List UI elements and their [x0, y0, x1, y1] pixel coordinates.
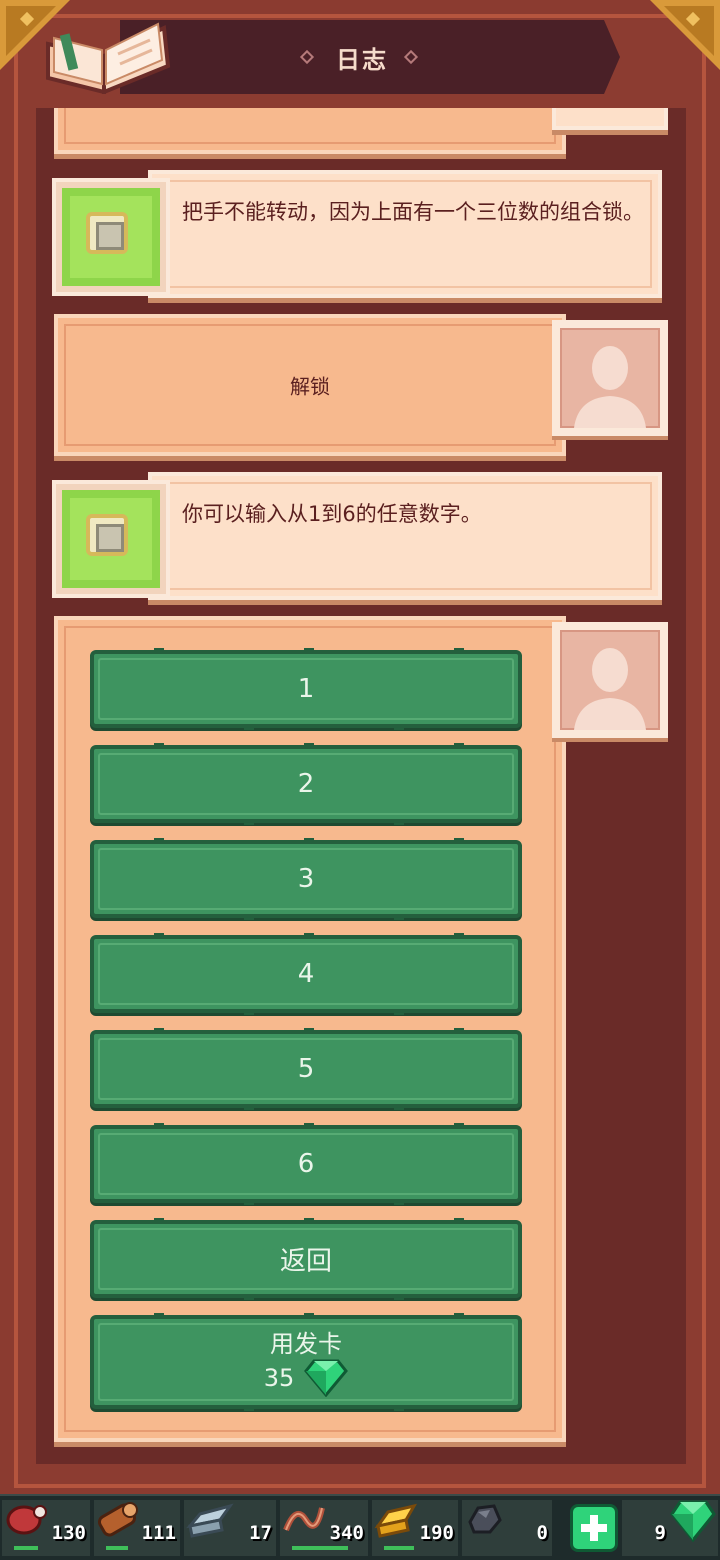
meat-icon [6, 1505, 47, 1535]
coal-icon [468, 1504, 502, 1534]
resource-wood-value: 111 [141, 1522, 176, 1544]
journal-log-scroll[interactable]: 把手不能转动，因为上面有一个三位数的组合锁。 解锁 你可以输入从1到6的任意数字… [36, 108, 686, 1464]
use-hairpin-button[interactable]: 用发卡 35 [90, 1313, 522, 1411]
lock-tile-icon [86, 212, 128, 254]
log-message-2-text: 你可以输入从1到6的任意数字。 [182, 502, 482, 526]
add-gems-button[interactable] [570, 1504, 618, 1552]
journal-book-icon [46, 22, 171, 94]
log-message-2 [148, 472, 662, 600]
option-button-3-label: 3 [297, 864, 315, 894]
title-bar: 日志 [120, 20, 620, 94]
resource-gold-value: 190 [419, 1522, 454, 1544]
resource-coal-value: 0 [536, 1522, 548, 1544]
player-portrait [552, 320, 668, 436]
resource-gold[interactable]: 190 [372, 1500, 458, 1556]
combination-lock-thumbnail-2 [52, 480, 170, 598]
log-choice-unlock-label: 解锁 [290, 374, 330, 399]
resource-meat-value: 130 [51, 1522, 86, 1544]
iron-ingot-icon [186, 1503, 234, 1538]
portrait-partial [552, 108, 668, 130]
log-message-1 [148, 170, 662, 298]
player-silhouette-icon [574, 648, 646, 730]
option-button-2[interactable]: 2 [90, 743, 522, 825]
gem-icon [670, 1500, 716, 1542]
back-button-label: 返回 [279, 1246, 332, 1277]
combination-lock-thumbnail [52, 178, 170, 296]
option-button-5-label: 5 [297, 1054, 315, 1084]
resource-wood[interactable]: 111 [94, 1500, 180, 1556]
option-button-3[interactable]: 3 [90, 838, 522, 920]
corner-ornament-right [650, 0, 720, 70]
option-button-2-label: 2 [297, 769, 315, 799]
gem-icon [304, 1359, 349, 1397]
resource-coal[interactable]: 0 [462, 1500, 552, 1556]
page-title: 日志 [336, 46, 388, 74]
option-button-1-label: 1 [297, 674, 315, 704]
use-hairpin-cost: 35 [94, 1359, 518, 1397]
resource-bar: 130 111 17 340 190 0 9 [0, 1494, 720, 1560]
resource-gems-value: 9 [654, 1522, 666, 1544]
resource-rope[interactable]: 340 [280, 1500, 368, 1556]
log-message-1-text: 把手不能转动，因为上面有一个三位数的组合锁。 [182, 200, 644, 224]
log-entry-partial [54, 108, 566, 154]
option-button-4-label: 4 [297, 959, 315, 989]
resource-iron-value: 17 [249, 1522, 272, 1544]
log-choice-unlock: 解锁 [54, 314, 566, 456]
lock-tile-icon [86, 514, 128, 556]
wood-log-icon [97, 1502, 138, 1537]
back-button[interactable]: 返回 [90, 1218, 522, 1300]
resource-rope-value: 340 [329, 1522, 364, 1544]
resource-gems[interactable]: 9 [622, 1500, 718, 1556]
player-silhouette-icon [574, 346, 646, 428]
rope-icon [283, 1507, 325, 1532]
option-button-4[interactable]: 4 [90, 933, 522, 1015]
option-button-1[interactable]: 1 [90, 648, 522, 730]
option-button-5[interactable]: 5 [90, 1028, 522, 1110]
gold-bar-icon [374, 1503, 418, 1538]
option-button-6[interactable]: 6 [90, 1123, 522, 1205]
use-hairpin-label: 用发卡 [270, 1330, 342, 1358]
resource-meat[interactable]: 130 [2, 1500, 90, 1556]
use-hairpin-cost-value: 35 [263, 1364, 295, 1392]
resource-iron[interactable]: 17 [184, 1500, 276, 1556]
player-portrait-2 [552, 622, 668, 738]
option-button-6-label: 6 [297, 1149, 315, 1179]
plus-icon [581, 1515, 607, 1541]
